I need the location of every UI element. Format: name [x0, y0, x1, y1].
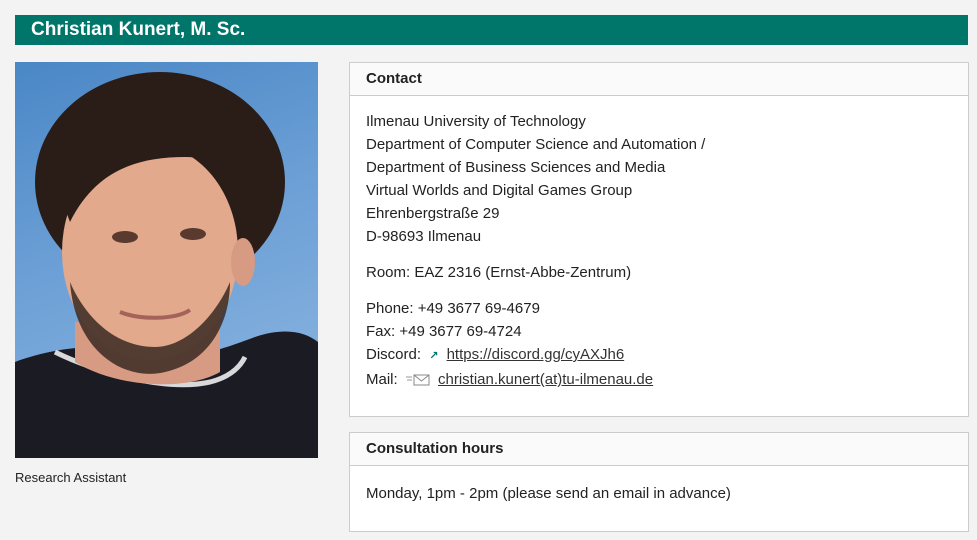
address-line: D-98693 Ilmenau: [366, 228, 482, 245]
external-link-icon: ↗: [429, 350, 439, 362]
consultation-panel: Consultation hours Monday, 1pm - 2pm (pl…: [349, 432, 969, 532]
portrait-illustration: [15, 72, 318, 458]
address-line: Ehrenbergstraße 29: [366, 205, 500, 222]
consultation-text: Monday, 1pm - 2pm (please send an email …: [366, 485, 731, 502]
address-line: Department of Business Sciences and Medi…: [366, 159, 666, 176]
address-line: Virtual Worlds and Digital Games Group: [366, 182, 633, 199]
mail-label: Mail:: [366, 371, 398, 388]
room-info: Room: EAZ 2316 (Ernst-Abbe-Zentrum): [366, 264, 632, 281]
photo-caption: Research Assistant: [15, 470, 127, 485]
consultation-heading: Consultation hours: [350, 433, 968, 466]
contact-panel: Contact Ilmenau University of Technology…: [349, 62, 969, 417]
fax-info: Fax: +49 3677 69-4724: [366, 323, 522, 340]
address-line: Department of Computer Science and Autom…: [366, 136, 706, 153]
contact-heading: Contact: [350, 63, 968, 96]
mail-link[interactable]: christian.kunert(at)tu-ilmenau.de: [438, 371, 653, 388]
profile-photo: [15, 62, 318, 458]
discord-link[interactable]: https://discord.gg/cyAXJh6: [447, 346, 625, 363]
page-title: Christian Kunert, M. Sc.: [15, 15, 968, 45]
phone-info: Phone: +49 3677 69-4679: [366, 300, 540, 317]
discord-label: Discord:: [366, 346, 422, 363]
mail-row: Mail: christian.kunert(at)tu-ilmenau.de: [366, 368, 952, 393]
discord-row: Discord: ↗ https://discord.gg/cyAXJh6: [366, 343, 952, 368]
envelope-icon: [405, 370, 430, 393]
address-line: Ilmenau University of Technology: [366, 113, 586, 130]
